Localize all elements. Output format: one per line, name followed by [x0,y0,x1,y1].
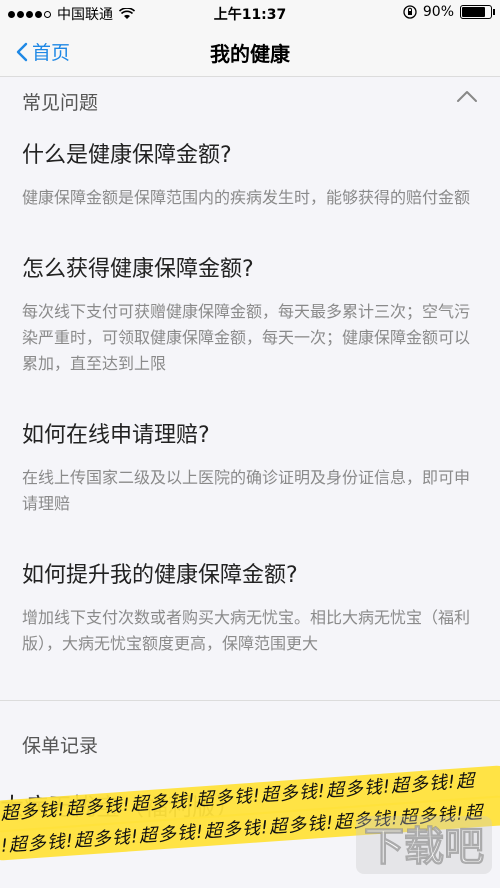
faq-answer: 健康保障金额是保障范围内的疾病发生时，能够获得的赔付金额 [22,188,471,207]
faq-item: 怎么获得健康保障金额? 每次线下支付可获赠健康保障金额，每天最多累计三次；空气污… [0,255,500,377]
faq-question: 如何提升我的健康保障金额? [22,563,298,588]
faq-header-label: 常见问题 [22,91,99,114]
faq-item: 什么是健康保障金额? 健康保障金额是保障范围内的疾病发生时，能够获得的赔付金额 [0,125,500,211]
faq-answer: 在线上传国家二级及以上医院的确诊证明及身份证信息，即可申请理赔 [22,468,471,513]
policy-section-header: 保单记录 [22,735,99,757]
page-title: 我的健康 [210,42,290,66]
faq-question: 怎么获得健康保障金额? [22,257,254,282]
main-content: 常见问题 什么是健康保障金额? 健康保障金额是保障范围内的疾病发生时，能够获得的… [0,77,500,888]
faq-answer: 增加线下支付次数或者购买大病无忧宝。相比大病无忧宝（福利版），大病无忧宝额度更高… [22,608,471,653]
status-bar: 中国联通 上午11:37 90% [0,0,500,26]
faq-section-header[interactable]: 常见问题 [0,77,500,125]
nav-bar: 首页 我的健康 [0,26,500,77]
chevron-up-icon[interactable] [456,89,478,103]
rotation-lock-icon [403,5,417,19]
status-right: 90% [403,4,495,20]
battery-icon [460,5,495,19]
battery-percent: 90% [422,4,454,20]
faq-question: 如何在线申请理赔? [22,423,210,448]
svg-text:下载吧: 下载吧 [364,824,484,870]
watermark-logo: 下载吧 [356,816,492,874]
faq-question: 什么是健康保障金额? [22,143,232,168]
faq-item: 如何在线申请理赔? 在线上传国家二级及以上医院的确诊证明及身份证信息，即可申请理… [0,421,500,517]
faq-item: 如何提升我的健康保障金额? 增加线下支付次数或者购买大病无忧宝。相比大病无忧宝（… [0,561,500,657]
section-divider [0,700,500,701]
faq-answer: 每次线下支付可获赠健康保障金额，每天最多累计三次；空气污染严重时，可领取健康保障… [22,302,471,373]
faq-list: 什么是健康保障金额? 健康保障金额是保障范围内的疾病发生时，能够获得的赔付金额 … [0,125,500,657]
